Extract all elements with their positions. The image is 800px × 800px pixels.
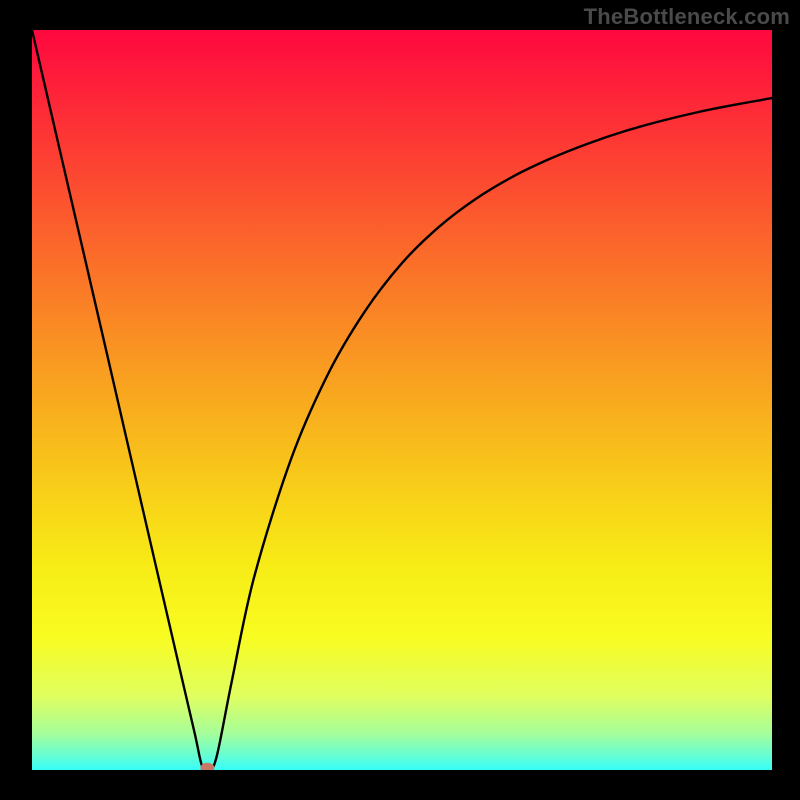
attribution-label: TheBottleneck.com [584, 4, 790, 30]
chart-wrapper: TheBottleneck.com [0, 0, 800, 800]
gradient-background [32, 30, 772, 770]
chart-svg [32, 30, 772, 770]
plot-area [32, 30, 772, 770]
